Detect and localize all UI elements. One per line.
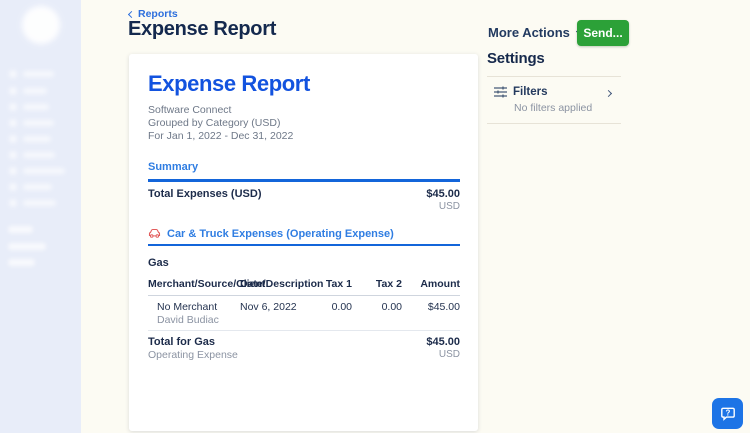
car-icon [148,229,161,238]
table-row: No Merchant David Budiac Nov 6, 2022 0.0… [148,296,460,332]
more-actions-button[interactable]: More Actions [488,25,583,40]
chevron-left-icon [127,10,136,18]
row-tax2: 0.00 [381,301,402,314]
report-grouping: Grouped by Category (USD) [148,117,281,130]
group-total-sublabel: Operating Expense [148,349,238,362]
row-date: Nov 6, 2022 [240,301,297,314]
total-expenses-currency: USD [438,200,460,212]
send-button[interactable]: Send... [577,20,629,46]
total-expenses-amount: $45.00 [426,187,460,200]
col-tax1: Tax 1 [325,278,352,291]
more-actions-label: More Actions [488,25,570,40]
col-date: Date/Description [240,278,324,291]
group-total-amount: $45.00 [426,336,460,349]
report-company: Software Connect [148,104,232,116]
help-chat-button[interactable]: ? [712,398,743,429]
group-total-label: Total for Gas [148,336,216,349]
report-card: Expense Report Software Connect Grouped … [129,54,478,431]
subcategory-label: Gas [148,257,169,270]
col-merchant: Merchant/Source/Client [148,278,266,291]
settings-divider-bottom [487,123,621,124]
summary-link[interactable]: Summary [148,161,460,173]
app-screen: Reports Expense Report More Actions Send… [0,0,750,433]
row-tax1: 0.00 [331,301,352,314]
settings-panel: Settings Filters No filters applied [487,50,621,124]
filters-label: Filters [513,86,548,98]
avatar [22,6,60,44]
total-expenses-row: Total Expenses (USD) $45.00 USD [148,188,460,212]
group-total-row: Total for Gas Operating Expense $45.00 U… [148,331,460,361]
report-date-range: For Jan 1, 2022 - Dec 31, 2022 [148,130,294,143]
category-header-link[interactable]: Car & Truck Expenses (Operating Expense) [148,228,460,240]
sidebar-faded-link [8,243,46,250]
row-amount: $45.00 [427,301,460,314]
chevron-right-icon [604,89,613,98]
help-chat-icon: ? [720,407,735,421]
settings-title: Settings [487,50,545,67]
sidebar-faded-link [8,226,33,233]
col-tax2: Tax 2 [375,278,402,291]
category-divider [148,243,460,247]
group-total-currency: USD [438,349,460,361]
filters-status: No filters applied [514,102,593,114]
total-expenses-label: Total Expenses (USD) [148,187,262,200]
category-label: Car & Truck Expenses (Operating Expense) [167,227,394,240]
report-meta: Software Connect Grouped by Category (US… [148,104,460,144]
table-header: Merchant/Source/Client Date/Description … [148,278,460,297]
sidebar [0,0,81,433]
sidebar-faded-link [8,259,35,266]
filters-row[interactable]: Filters [487,77,621,100]
col-amount: Amount [420,278,460,291]
filters-sliders-icon [494,86,507,98]
svg-text:?: ? [725,408,730,417]
summary-divider [148,178,460,182]
row-merchant: No Merchant [157,301,218,314]
report-title: Expense Report [148,71,310,96]
page-title: Expense Report [128,18,277,40]
row-submerchant: David Budiac [157,314,219,327]
